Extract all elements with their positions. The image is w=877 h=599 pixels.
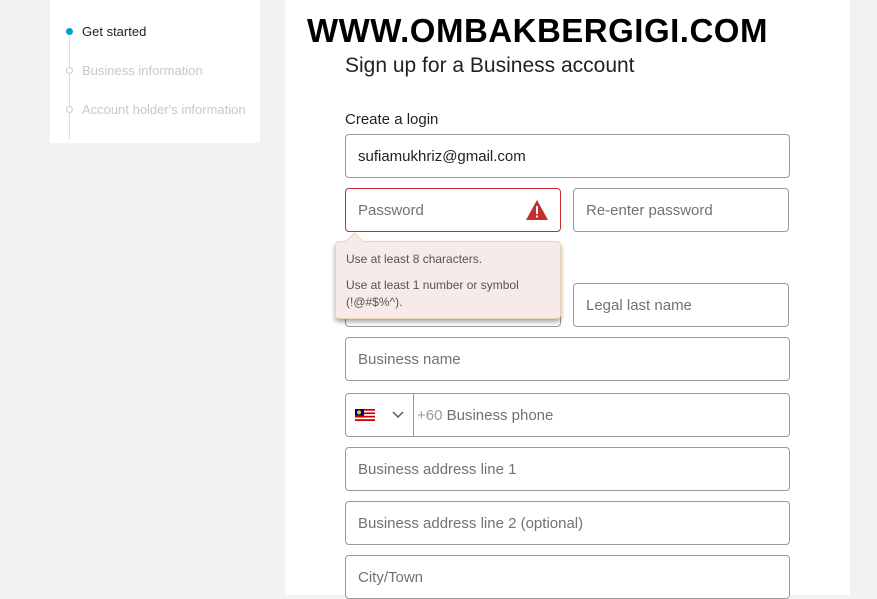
password-field[interactable]: Password (345, 188, 561, 232)
phone-field[interactable]: +60 Business phone (345, 393, 790, 437)
watermark: WWW.OMBAKBERGIGI.COM (307, 12, 768, 49)
business-name-placeholder: Business name (358, 350, 461, 368)
step-dot (66, 67, 73, 74)
email-field[interactable]: sufiamukhriz@gmail.com (345, 134, 790, 178)
country-code: +60 (417, 406, 443, 424)
page-title: Sign up for a Business account (345, 54, 635, 77)
tooltip-rule: Use at least 8 characters. (346, 252, 483, 266)
country-select[interactable] (346, 394, 414, 436)
tooltip-rule: Use at least 1 number or symbol (!@#$%^)… (346, 278, 519, 309)
login-label: Create a login (345, 111, 439, 128)
warning-icon (526, 200, 548, 220)
progress-line (69, 36, 70, 139)
step-account-holder: Account holder's information (82, 102, 246, 117)
last-name-placeholder: Legal last name (586, 296, 692, 314)
city-field[interactable]: City/Town (345, 555, 790, 599)
address-line1-field[interactable]: Business address line 1 (345, 447, 790, 491)
address2-placeholder: Business address line 2 (optional) (358, 514, 584, 532)
city-placeholder: City/Town (358, 568, 424, 586)
step-dot (66, 106, 73, 113)
step-get-started: Get started (82, 24, 147, 39)
step-business-information: Business information (82, 63, 203, 78)
phone-placeholder: Business phone (446, 406, 554, 424)
step-active-dot (66, 28, 73, 35)
business-name-field[interactable]: Business name (345, 337, 790, 381)
password-requirements-tooltip: Use at least 8 characters. Use at least … (335, 241, 561, 319)
email-value: sufiamukhriz@gmail.com (358, 147, 526, 165)
malaysia-flag-icon (354, 409, 375, 421)
address1-placeholder: Business address line 1 (358, 460, 517, 478)
progress-sidebar: Get started Business information Account… (50, 0, 260, 143)
password-placeholder: Password (358, 201, 424, 219)
reenter-password-field[interactable]: Re-enter password (573, 188, 789, 232)
last-name-field[interactable]: Legal last name (573, 283, 789, 327)
address-line2-field[interactable]: Business address line 2 (optional) (345, 501, 790, 545)
chevron-down-icon (392, 411, 404, 419)
reenter-placeholder: Re-enter password (586, 201, 713, 219)
